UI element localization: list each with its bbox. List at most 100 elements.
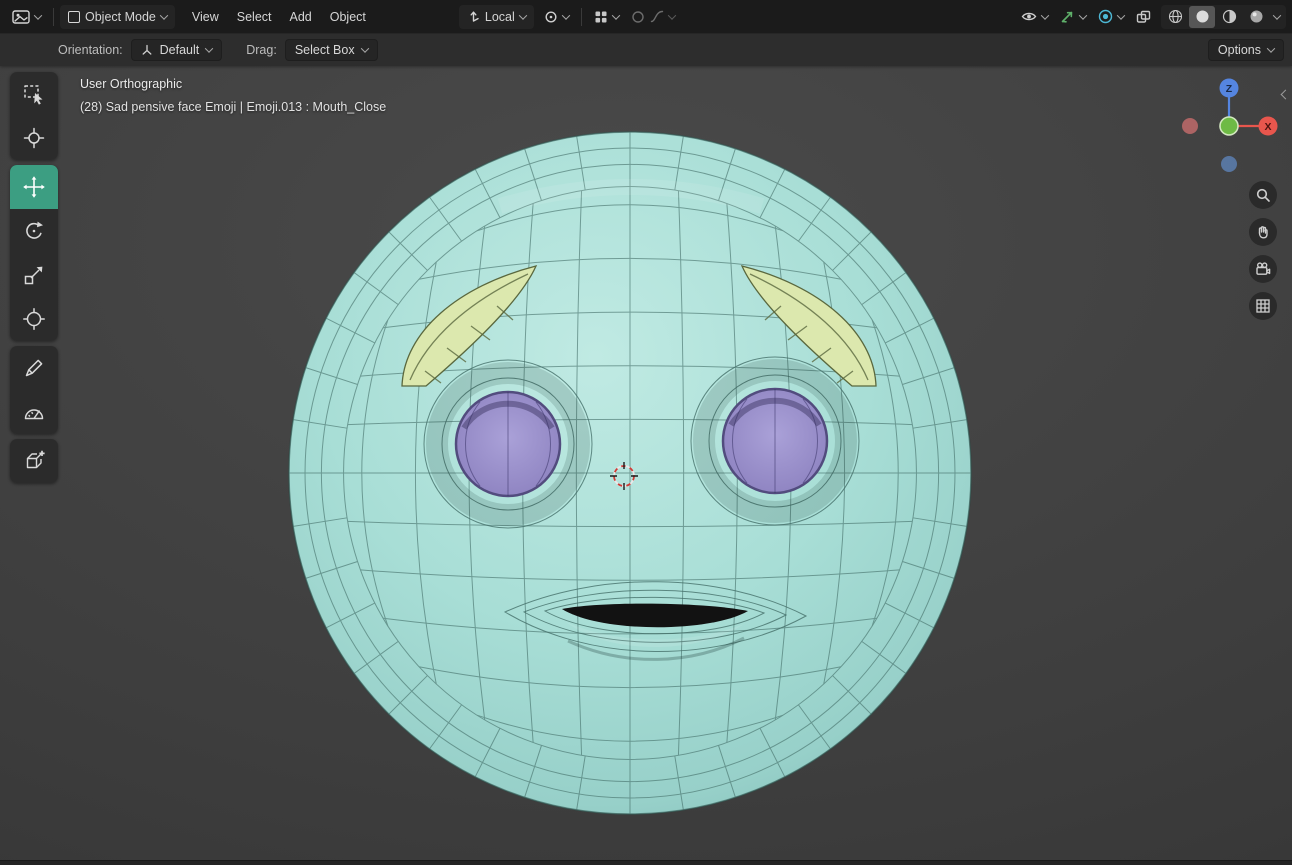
navigation-gizmo[interactable]: Z X: [1179, 78, 1279, 178]
overlays-icon: [1098, 9, 1113, 24]
orientation-axis-icon: [142, 44, 152, 55]
chevron-down-icon: [1272, 10, 1282, 20]
mode-dropdown[interactable]: Object Mode: [60, 4, 175, 29]
material-sphere-icon: [1222, 9, 1236, 24]
options-dropdown[interactable]: Options: [1207, 39, 1284, 61]
solid-sphere-icon: [1196, 10, 1208, 23]
transform-tool-group: [10, 165, 58, 341]
transform-orientation-dropdown[interactable]: Local: [458, 4, 534, 29]
magnifier-icon: [1256, 188, 1270, 202]
axis-z-negative-ball[interactable]: [1221, 156, 1237, 172]
chevron-down-icon: [159, 10, 169, 20]
menu-bar: View Select Add Object: [183, 6, 375, 28]
annotate-tool[interactable]: [10, 346, 58, 390]
select-box-tool[interactable]: [10, 72, 58, 116]
viewport-side-buttons: [1249, 181, 1277, 320]
orientation-label: Orientation:: [58, 43, 123, 57]
proportional-editing-controls[interactable]: [625, 7, 681, 27]
add-cube-tool[interactable]: [10, 439, 58, 483]
x-axis-label: X: [1264, 121, 1271, 133]
wireframe-sphere-icon: [1168, 9, 1182, 24]
grid-toggle-button[interactable]: [1249, 292, 1277, 320]
chevron-left-icon: [1280, 89, 1291, 100]
orientation-value: Default: [159, 43, 200, 57]
rendered-sphere-icon: [1250, 10, 1262, 23]
object-visibility-dropdown[interactable]: [1015, 7, 1054, 26]
cursor-tool[interactable]: [10, 116, 58, 160]
shading-wireframe-button[interactable]: [1162, 6, 1188, 28]
axis-y-positive-ball[interactable]: [1219, 116, 1239, 136]
chevron-down-icon: [1266, 44, 1276, 53]
3d-cursor-icon: [23, 127, 45, 149]
orientation-dropdown[interactable]: Default: [130, 39, 223, 61]
zoom-button[interactable]: [1249, 181, 1277, 209]
add-tool-group: [10, 439, 58, 483]
menu-object[interactable]: Object: [321, 6, 375, 28]
object-mode-icon: [68, 10, 80, 23]
options-label: Options: [1217, 43, 1261, 57]
menu-add[interactable]: Add: [281, 6, 321, 28]
menu-view[interactable]: View: [183, 6, 228, 28]
xray-toggle[interactable]: [1130, 7, 1157, 27]
viewport-header: Object Mode View Select Add Object Local: [0, 0, 1292, 33]
shading-rendered-button[interactable]: [1243, 6, 1269, 28]
shading-material-button[interactable]: [1216, 6, 1242, 28]
pivot-point-dropdown[interactable]: [538, 7, 575, 27]
view-mode-text: User Orthographic: [80, 77, 183, 91]
select-box-icon: [24, 85, 43, 105]
chevron-down-icon: [561, 10, 571, 20]
scene-mesh: [288, 131, 972, 815]
snap-toggle[interactable]: [588, 7, 625, 27]
chevron-down-icon: [611, 10, 621, 20]
3d-viewport[interactable]: User Orthographic (28) Sad pensive face …: [0, 0, 1292, 865]
drag-value: Select Box: [294, 43, 355, 57]
transform-icon: [23, 308, 45, 330]
blender-window: User Orthographic (28) Sad pensive face …: [0, 0, 1292, 865]
shading-solid-button[interactable]: [1189, 5, 1215, 28]
annotate-tool-group: [10, 346, 58, 434]
z-axis-label: Z: [1226, 83, 1233, 95]
chevron-down-icon: [518, 10, 528, 20]
chevron-down-icon: [33, 10, 43, 20]
chevron-down-icon: [204, 44, 214, 53]
transform-orientation-icon: [470, 11, 479, 22]
region-collapse-arrow[interactable]: [1280, 85, 1291, 103]
overlays-dropdown[interactable]: [1092, 6, 1130, 27]
menu-select[interactable]: Select: [228, 6, 281, 28]
editor-type-icon: [12, 9, 30, 24]
chevron-down-icon: [1078, 10, 1088, 20]
active-object-text: (28) Sad pensive face Emoji | Emoji.013 …: [80, 100, 387, 114]
transform-tool[interactable]: [10, 297, 58, 341]
annotate-pencil-icon: [25, 359, 43, 377]
right-eye-object[interactable]: [721, 387, 829, 495]
emoji-head-object[interactable]: [288, 131, 972, 815]
rotate-icon: [26, 221, 43, 239]
falloff-curve-icon: [650, 10, 663, 23]
tool-sidebar: [10, 72, 58, 483]
head-wireframe: [288, 131, 972, 815]
move-tool[interactable]: [10, 165, 58, 209]
rotate-tool[interactable]: [10, 209, 58, 253]
select-tool-group: [10, 72, 58, 160]
separator: [53, 7, 54, 26]
scale-tool[interactable]: [10, 253, 58, 297]
visibility-eye-icon: [1021, 12, 1037, 21]
pivot-point-icon: [545, 10, 557, 23]
separator: [580, 7, 582, 26]
drag-dropdown[interactable]: Select Box: [284, 39, 378, 61]
left-eye-object[interactable]: [454, 390, 562, 498]
editor-type-button[interactable]: [6, 7, 47, 27]
timeline-strip[interactable]: [0, 860, 1292, 865]
scale-icon: [24, 266, 43, 285]
gizmos-dropdown[interactable]: [1054, 6, 1092, 27]
pan-button[interactable]: [1249, 218, 1277, 246]
mode-label: Object Mode: [85, 9, 156, 24]
measure-tool[interactable]: [10, 390, 58, 434]
orientation-value: Local: [484, 9, 515, 24]
chevron-down-icon: [360, 44, 369, 53]
viewport-overlay-text: User Orthographic (28) Sad pensive face …: [80, 77, 386, 114]
camera-view-button[interactable]: [1249, 255, 1277, 283]
shading-mode-group: [1161, 4, 1286, 29]
grid-icon: [1256, 299, 1270, 313]
axis-x-negative-ball[interactable]: [1182, 118, 1198, 134]
